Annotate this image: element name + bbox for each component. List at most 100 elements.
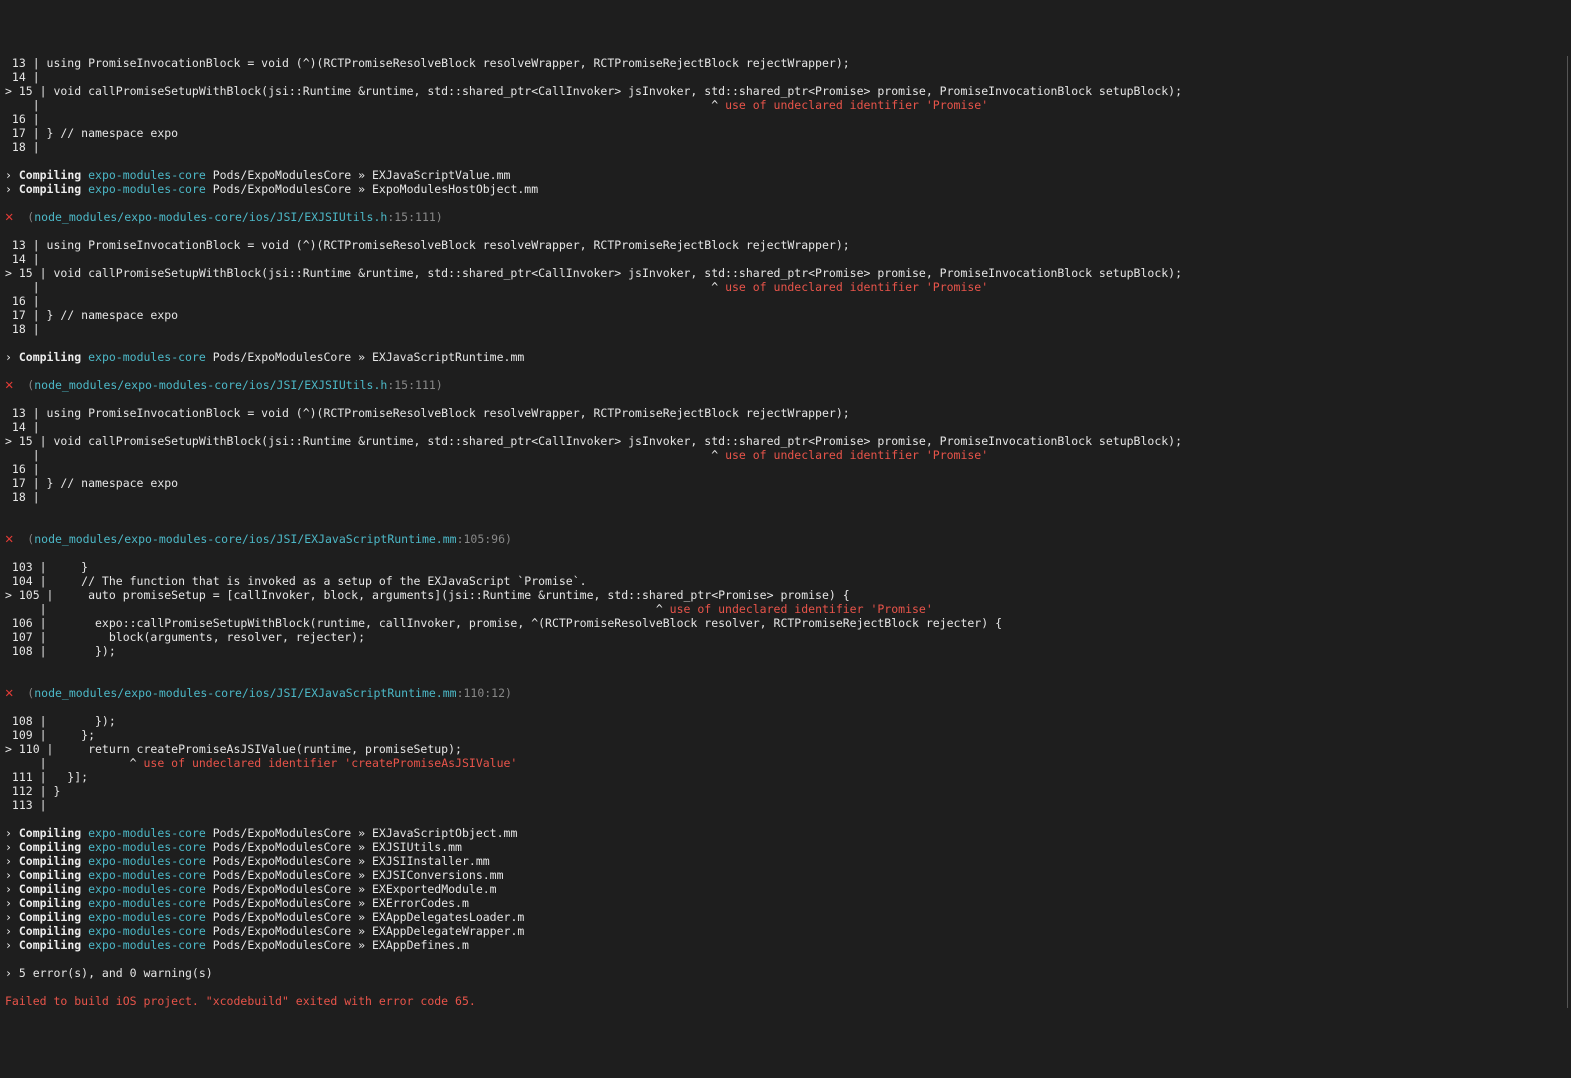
code-line: 18 | — [5, 322, 1567, 336]
line-col: :15:111 — [387, 210, 436, 224]
package-name: expo-modules-core — [88, 896, 206, 910]
paren-close: ) — [505, 532, 512, 546]
error-location-line: ✕ (node_modules/expo-modules-core/ios/JS… — [5, 532, 1567, 546]
code-line: 112 | } — [5, 784, 1567, 798]
code-line: > 15 | void callPromiseSetupWithBlock(js… — [5, 434, 1567, 448]
compile-line: › Compiling expo-modules-core Pods/ExpoM… — [5, 182, 1567, 196]
package-name: expo-modules-core — [88, 168, 206, 182]
compile-verb: Compiling — [18, 182, 82, 196]
compile-verb: Compiling — [18, 854, 82, 868]
error-location-line: ✕ (node_modules/expo-modules-core/ios/JS… — [5, 378, 1567, 392]
prompt-arrow: › — [5, 938, 19, 952]
code-text: 111 | }]; — [5, 770, 89, 784]
caret-marker: | ^ — [5, 448, 726, 462]
code-text: > 15 | void callPromiseSetupWithBlock(js… — [5, 266, 1183, 280]
code-line: 14 | — [5, 420, 1567, 434]
file-path: node_modules/expo-modules-core/ios/JSI/E… — [34, 378, 388, 392]
code-text: 112 | } — [5, 784, 61, 798]
code-line: 16 | — [5, 294, 1567, 308]
compile-verb: Compiling — [18, 882, 82, 896]
compile-target: Pods/ExpoModulesCore » EXAppDelegateWrap… — [205, 924, 525, 938]
compile-verb: Compiling — [18, 896, 82, 910]
line-col: :105:96 — [456, 532, 506, 546]
error-location-line: ✕ (node_modules/expo-modules-core/ios/JS… — [5, 210, 1567, 224]
package-name: expo-modules-core — [88, 882, 206, 896]
package-name: expo-modules-core — [88, 854, 206, 868]
compile-target: Pods/ExpoModulesCore » EXAppDelegatesLoa… — [205, 910, 525, 924]
line-col: :110:12 — [456, 686, 506, 700]
prompt-arrow: › — [5, 854, 19, 868]
code-text: 17 | } // namespace expo — [5, 308, 179, 322]
paren-open: ( — [13, 532, 35, 546]
compile-line: › Compiling expo-modules-core Pods/ExpoM… — [5, 896, 1567, 910]
compile-verb: Compiling — [18, 840, 82, 854]
code-text: 107 | block(arguments, resolver, rejecte… — [5, 630, 366, 644]
code-text: 16 | — [5, 294, 40, 308]
compile-verb: Compiling — [18, 868, 82, 882]
code-line: > 105 | auto promiseSetup = [callInvoker… — [5, 588, 1567, 602]
code-text: 18 | — [5, 140, 40, 154]
paren-close: ) — [435, 378, 443, 392]
compile-verb: Compiling — [18, 826, 82, 840]
compile-verb: Compiling — [18, 910, 82, 924]
code-text: 17 | } // namespace expo — [5, 476, 179, 490]
compile-target: Pods/ExpoModulesCore » ExpoModulesHostOb… — [205, 182, 539, 196]
prompt-arrow: › — [5, 350, 19, 364]
code-text: > 15 | void callPromiseSetupWithBlock(js… — [5, 84, 1183, 98]
code-text: 13 | using PromiseInvocationBlock = void… — [5, 406, 850, 420]
compile-line: › Compiling expo-modules-core Pods/ExpoM… — [5, 882, 1567, 896]
compile-line: › Compiling expo-modules-core Pods/ExpoM… — [5, 168, 1567, 182]
file-path: node_modules/expo-modules-core/ios/JSI/E… — [34, 532, 457, 546]
paren-open: ( — [13, 686, 35, 700]
package-name: expo-modules-core — [88, 868, 206, 882]
compile-line: › Compiling expo-modules-core Pods/ExpoM… — [5, 924, 1567, 938]
code-line: > 110 | return createPromiseAsJSIValue(r… — [5, 742, 1567, 756]
error-marker-line: | ^ use of undeclared identifier 'Promis… — [5, 280, 1567, 294]
compile-verb: Compiling — [18, 168, 82, 182]
caret-marker: | ^ — [5, 98, 726, 112]
code-line: 106 | expo::callPromiseSetupWithBlock(ru… — [5, 616, 1567, 630]
line-col: :15:111 — [387, 378, 436, 392]
error-message: use of undeclared identifier 'Promise' — [725, 448, 989, 462]
prompt-arrow: › — [5, 910, 19, 924]
compile-target: Pods/ExpoModulesCore » EXErrorCodes.m — [205, 896, 469, 910]
code-line: > 15 | void callPromiseSetupWithBlock(js… — [5, 266, 1567, 280]
terminal-output: 13 | using PromiseInvocationBlock = void… — [0, 56, 1568, 1008]
prompt-arrow: › — [5, 168, 19, 182]
build-failure-message: Failed to build iOS project. "xcodebuild… — [5, 994, 1567, 1008]
code-line: 103 | } — [5, 560, 1567, 574]
code-text: 108 | }); — [5, 644, 116, 658]
compile-verb: Compiling — [18, 350, 82, 364]
error-marker-line: | ^ use of undeclared identifier 'Promis… — [5, 448, 1567, 462]
code-text: 17 | } // namespace expo — [5, 126, 179, 140]
summary-text: › 5 error(s), and 0 warning(s) — [5, 966, 213, 980]
code-text: 113 | — [5, 798, 47, 812]
code-line: 17 | } // namespace expo — [5, 126, 1567, 140]
compile-line: › Compiling expo-modules-core Pods/ExpoM… — [5, 910, 1567, 924]
failure-text: Failed to build iOS project. "xcodebuild… — [5, 994, 476, 1008]
error-marker-line: | ^ use of undeclared identifier 'create… — [5, 756, 1567, 770]
error-message: use of undeclared identifier 'createProm… — [143, 756, 518, 770]
code-text: > 105 | auto promiseSetup = [callInvoker… — [5, 588, 850, 602]
code-text: 18 | — [5, 322, 40, 336]
compile-line: › Compiling expo-modules-core Pods/ExpoM… — [5, 868, 1567, 882]
compile-target: Pods/ExpoModulesCore » EXJavaScriptValue… — [205, 168, 511, 182]
prompt-arrow: › — [5, 882, 19, 896]
error-marker-line: | ^ use of undeclared identifier 'Promis… — [5, 602, 1567, 616]
code-text: 109 | }; — [5, 728, 96, 742]
code-line: 16 | — [5, 112, 1567, 126]
code-text: 14 | — [5, 252, 40, 266]
code-text: 14 | — [5, 70, 40, 84]
package-name: expo-modules-core — [88, 182, 206, 196]
code-line: 108 | }); — [5, 714, 1567, 728]
code-line: 13 | using PromiseInvocationBlock = void… — [5, 56, 1567, 70]
file-path: node_modules/expo-modules-core/ios/JSI/E… — [34, 686, 457, 700]
